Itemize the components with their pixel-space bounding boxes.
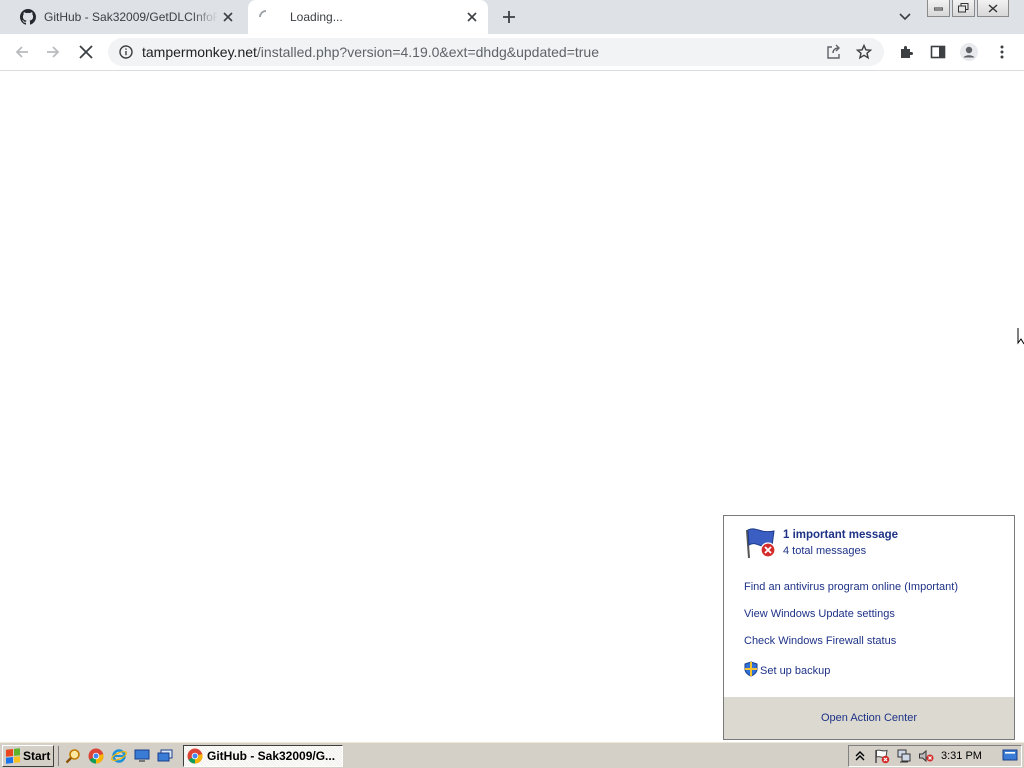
new-tab-button[interactable] [498, 6, 520, 28]
back-button[interactable] [9, 39, 35, 65]
system-tray: 3:31 PM [848, 745, 1022, 767]
total-message-count[interactable]: 4 total messages [783, 543, 898, 559]
show-hidden-icons-chevron-icon[interactable] [849, 746, 871, 766]
tab-loading[interactable]: Loading... [248, 0, 488, 34]
flyout-header: 1 important message 4 total messages [744, 526, 898, 560]
menu-kebab-icon[interactable] [989, 39, 1015, 65]
window-caption-buttons [927, 0, 1009, 18]
tab-github[interactable]: GitHub - Sak32009/GetDLCInfoFrom [8, 0, 244, 34]
chrome-icon [187, 748, 203, 764]
start-button[interactable]: Start [2, 745, 54, 767]
window-close-button[interactable] [977, 0, 1009, 17]
show-desktop-icon[interactable] [131, 746, 152, 766]
site-info-icon[interactable] [118, 44, 134, 60]
uac-shield-icon [744, 661, 758, 680]
volume-muted-icon[interactable] [915, 746, 937, 766]
url-domain: tampermonkey.net [142, 44, 257, 60]
link-label: Set up backup [760, 664, 831, 677]
extensions-puzzle-icon[interactable] [893, 39, 919, 65]
action-center-flyout: 1 important message 4 total messages Fin… [723, 515, 1015, 740]
network-icon[interactable] [893, 746, 915, 766]
tab-search-chevron-icon[interactable] [895, 7, 915, 27]
address-bar[interactable]: tampermonkey.net/installed.php?version=4… [108, 38, 884, 66]
side-panel-icon[interactable] [925, 39, 951, 65]
loading-spinner-icon [258, 9, 274, 25]
tab-title: GitHub - Sak32009/GetDLCInfoFrom [44, 10, 218, 24]
link-windows-update[interactable]: View Windows Update settings [744, 608, 895, 620]
minimize-button[interactable] [927, 0, 950, 17]
link-firewall-status[interactable]: Check Windows Firewall status [744, 635, 896, 647]
stop-loading-button[interactable] [73, 39, 99, 65]
important-message-count[interactable]: 1 important message [783, 527, 898, 543]
screen: GitHub - Sak32009/GetDLCInfoFrom Loading… [0, 0, 1024, 768]
browser-toolbar: tampermonkey.net/installed.php?version=4… [0, 34, 1024, 71]
forward-button[interactable] [40, 39, 66, 65]
taskbar: Start GitHub - Sak32009/G... 3:31 PM [0, 741, 1024, 768]
restore-button[interactable] [952, 0, 975, 17]
mouse-cursor-icon [1017, 327, 1024, 350]
github-icon [20, 9, 36, 25]
tab-close-icon[interactable] [218, 7, 238, 27]
window-switcher-icon[interactable] [154, 746, 175, 766]
tab-title: Loading... [290, 10, 343, 24]
action-center-flag-icon [744, 526, 780, 560]
bookmark-star-icon[interactable] [852, 40, 876, 64]
taskbar-button-chrome[interactable]: GitHub - Sak32009/G... [183, 745, 343, 767]
link-find-antivirus[interactable]: Find an antivirus program online (Import… [744, 581, 958, 593]
windows-logo-icon [6, 748, 20, 764]
internet-explorer-icon[interactable] [108, 746, 129, 766]
show-desktop-tray-icon[interactable] [999, 746, 1021, 766]
start-label: Start [23, 749, 51, 763]
quick-launch [58, 746, 175, 766]
taskbar-button-label: GitHub - Sak32009/G... [207, 749, 336, 763]
tab-close-icon[interactable] [462, 7, 482, 27]
action-center-flag-tray-icon[interactable] [871, 746, 893, 766]
search-magnifier-icon[interactable] [62, 746, 83, 766]
share-icon[interactable] [822, 40, 846, 64]
open-action-center-link[interactable]: Open Action Center [821, 712, 917, 724]
link-set-up-backup[interactable]: Set up backup [744, 661, 830, 680]
url-path: /installed.php?version=4.19.0&ext=dhdg&u… [256, 44, 600, 60]
chrome-icon[interactable] [85, 746, 106, 766]
clock[interactable]: 3:31 PM [941, 750, 982, 762]
tab-strip: GitHub - Sak32009/GetDLCInfoFrom Loading… [0, 0, 1024, 34]
profile-avatar-icon[interactable] [956, 39, 982, 65]
flyout-footer: Open Action Center [724, 697, 1014, 739]
